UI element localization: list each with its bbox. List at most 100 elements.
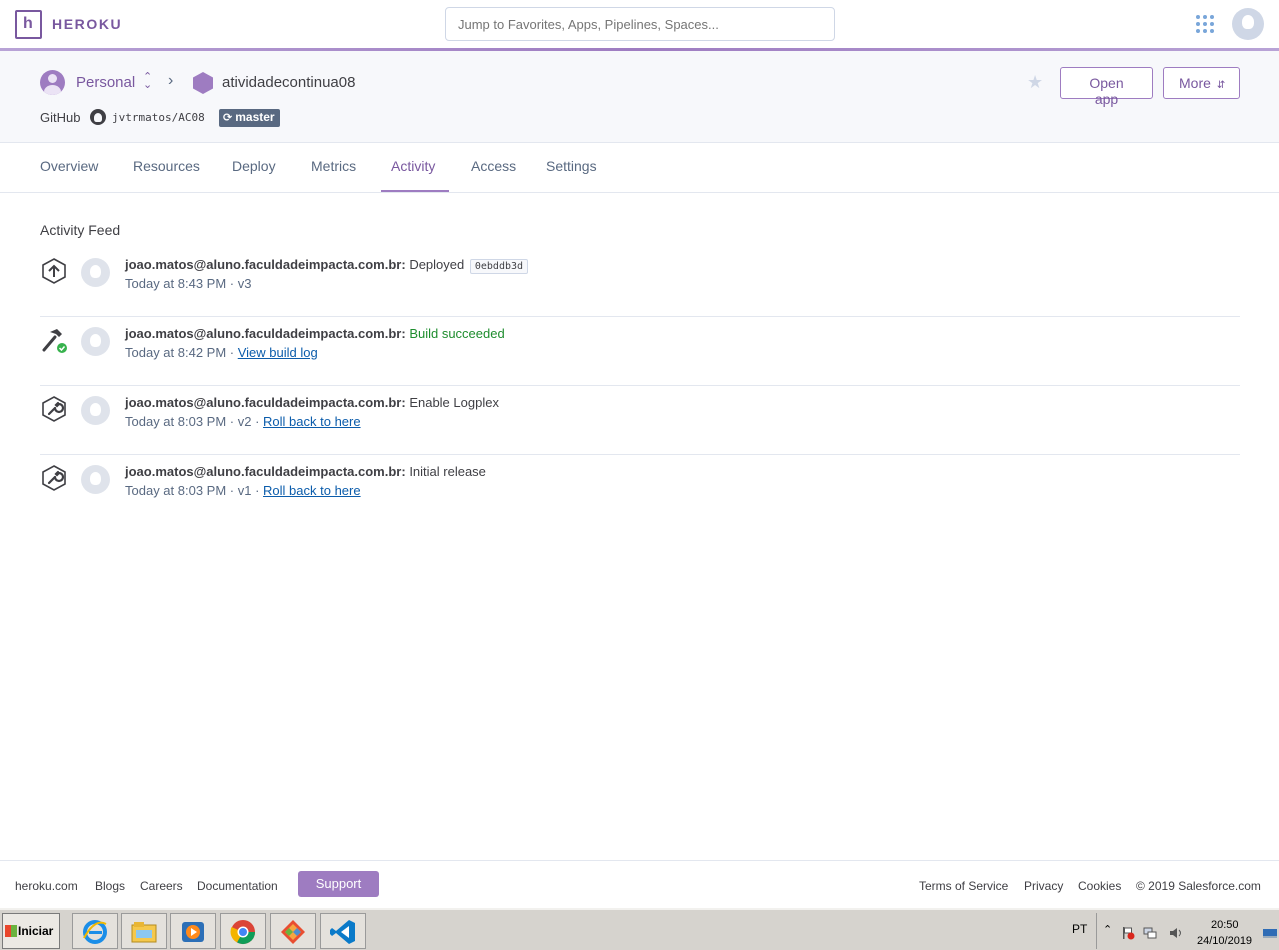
search-input[interactable] (445, 7, 835, 41)
taskbar-app-git[interactable] (270, 913, 316, 949)
heroku-logo-icon[interactable]: h (15, 10, 42, 39)
activity-meta: Today at 8:03 PM · v1 · Roll back to her… (125, 483, 361, 498)
activity-summary: joao.matos@aluno.faculdadeimpacta.com.br… (125, 395, 499, 410)
tab-overview[interactable]: Overview (40, 158, 98, 174)
tab-access[interactable]: Access (471, 158, 516, 174)
chevron-updown-icon: ⇵ (1216, 80, 1226, 91)
activity-time: Today at 8:43 PM (125, 276, 227, 291)
app-header: Personal ⌃ ⌄ › atividadecontinua08 ★ Open… (0, 51, 1279, 143)
build-status: Build succeeded (409, 326, 505, 341)
rollback-link[interactable]: Roll back to here (263, 483, 361, 498)
app-name[interactable]: atividadecontinua08 (222, 74, 355, 91)
tab-settings[interactable]: Settings (546, 158, 597, 174)
user-avatar[interactable] (1232, 8, 1264, 40)
activity-action: Deployed (409, 257, 465, 272)
footer-link-cookies[interactable]: Cookies (1078, 879, 1121, 893)
language-indicator[interactable]: PT (1072, 922, 1087, 936)
tab-resources[interactable]: Resources (133, 158, 200, 174)
page-footer: heroku.com Blogs Careers Documentation S… (0, 860, 1279, 908)
activity-item: joao.matos@aluno.faculdadeimpacta.com.br… (40, 317, 1240, 386)
footer-link-privacy[interactable]: Privacy (1024, 879, 1063, 893)
activity-time: Today at 8:03 PM (125, 414, 227, 429)
start-button[interactable]: Iniciar (2, 913, 60, 949)
activity-meta: Today at 8:43 PM · v3 (125, 276, 252, 291)
footer-link-blogs[interactable]: Blogs (95, 879, 125, 893)
action-center-flag-icon[interactable] (1121, 926, 1135, 940)
clock-time[interactable]: 20:50 (1211, 919, 1239, 931)
taskbar-app-media-player[interactable] (170, 913, 216, 949)
taskbar-app-chrome[interactable] (220, 913, 266, 949)
activity-version: v1 (237, 483, 252, 498)
show-desktop-icon[interactable] (1263, 926, 1277, 940)
windows-taskbar: Iniciar PT ⌃ 20:50 24/10/2019 (0, 908, 1279, 950)
sync-icon: ⟳ (223, 112, 233, 124)
chevron-updown-icon[interactable]: ⌃ ⌄ (143, 72, 152, 91)
activity-feed-title: Activity Feed (40, 222, 121, 238)
view-build-log-link[interactable]: View build log (238, 345, 318, 360)
github-label: GitHub (40, 110, 81, 125)
footer-link-careers[interactable]: Careers (140, 879, 183, 893)
more-label: More (1179, 75, 1211, 91)
footer-copyright: © 2019 Salesforce.com (1136, 879, 1261, 893)
vscode-icon (330, 920, 355, 944)
chrome-icon (230, 920, 255, 945)
support-button[interactable]: Support (298, 871, 379, 897)
app-tabs: Overview Resources Deploy Metrics Activi… (0, 143, 1279, 193)
commit-sha[interactable]: 0ebddb3d (469, 259, 529, 274)
open-app-button[interactable]: Open app (1060, 67, 1153, 107)
taskbar-app-internet-explorer[interactable] (72, 913, 118, 949)
clock-date[interactable]: 24/10/2019 (1197, 935, 1252, 947)
footer-link-terms[interactable]: Terms of Service (919, 879, 1008, 893)
internet-explorer-icon (83, 920, 107, 944)
personal-account-icon[interactable] (40, 70, 65, 95)
volume-icon[interactable] (1169, 926, 1183, 940)
start-label: Iniciar (18, 924, 54, 938)
more-button[interactable]: More ⇵ (1163, 67, 1240, 99)
tab-activity[interactable]: Activity (391, 158, 435, 174)
git-icon (281, 920, 305, 944)
active-tab-indicator (381, 190, 449, 192)
activity-time: Today at 8:03 PM (125, 483, 227, 498)
taskbar-app-vscode[interactable] (320, 913, 366, 949)
network-icon[interactable] (1143, 926, 1157, 940)
brand-name[interactable]: HEROKU (52, 16, 122, 32)
user-avatar (81, 465, 110, 494)
activity-summary: joao.matos@aluno.faculdadeimpacta.com.br… (125, 326, 505, 341)
favorite-star-icon[interactable]: ★ (1027, 72, 1043, 93)
account-switcher[interactable]: Personal (76, 74, 135, 91)
taskbar-app-file-explorer[interactable] (121, 913, 167, 949)
activity-summary: joao.matos@aluno.faculdadeimpacta.com.br… (125, 464, 486, 479)
tab-metrics[interactable]: Metrics (311, 158, 356, 174)
activity-summary: joao.matos@aluno.faculdadeimpacta.com.br… (125, 257, 529, 274)
activity-version: v2 (237, 414, 252, 429)
activity-user: joao.matos@aluno.faculdadeimpacta.com.br… (125, 464, 406, 479)
activity-user: joao.matos@aluno.faculdadeimpacta.com.br… (125, 257, 406, 272)
media-player-icon (182, 922, 204, 942)
apps-grid-icon[interactable] (1196, 15, 1214, 33)
system-tray: ⌃ 20:50 24/10/2019 (1096, 913, 1279, 949)
activity-meta: Today at 8:03 PM · v2 · Roll back to her… (125, 414, 361, 429)
app-hexagon-icon (193, 72, 213, 94)
github-repo-link[interactable]: jvtrmatos/AC08 (112, 111, 205, 124)
user-avatar (81, 258, 110, 287)
activity-time: Today at 8:42 PM (125, 345, 227, 360)
footer-link-heroku[interactable]: heroku.com (15, 879, 78, 893)
rollback-link[interactable]: Roll back to here (263, 414, 361, 429)
tab-deploy[interactable]: Deploy (232, 158, 276, 174)
github-icon (90, 109, 106, 125)
branch-name: master (235, 110, 275, 124)
activity-action: Enable Logplex (409, 395, 499, 410)
activity-action: Initial release (409, 464, 486, 479)
activity-user: joao.matos@aluno.faculdadeimpacta.com.br… (125, 395, 406, 410)
activity-version: v3 (237, 276, 252, 291)
activity-user: joao.matos@aluno.faculdadeimpacta.com.br… (125, 326, 406, 341)
activity-meta: Today at 8:42 PM · View build log (125, 345, 318, 360)
user-avatar (81, 396, 110, 425)
activity-item: joao.matos@aluno.faculdadeimpacta.com.br… (40, 386, 1240, 455)
show-hidden-icons-chevron-icon[interactable]: ⌃ (1103, 923, 1117, 937)
wrench-icon (42, 396, 66, 422)
file-explorer-icon (131, 922, 157, 943)
windows-flag-icon (5, 925, 17, 937)
footer-link-documentation[interactable]: Documentation (197, 879, 278, 893)
wrench-icon (42, 465, 66, 491)
